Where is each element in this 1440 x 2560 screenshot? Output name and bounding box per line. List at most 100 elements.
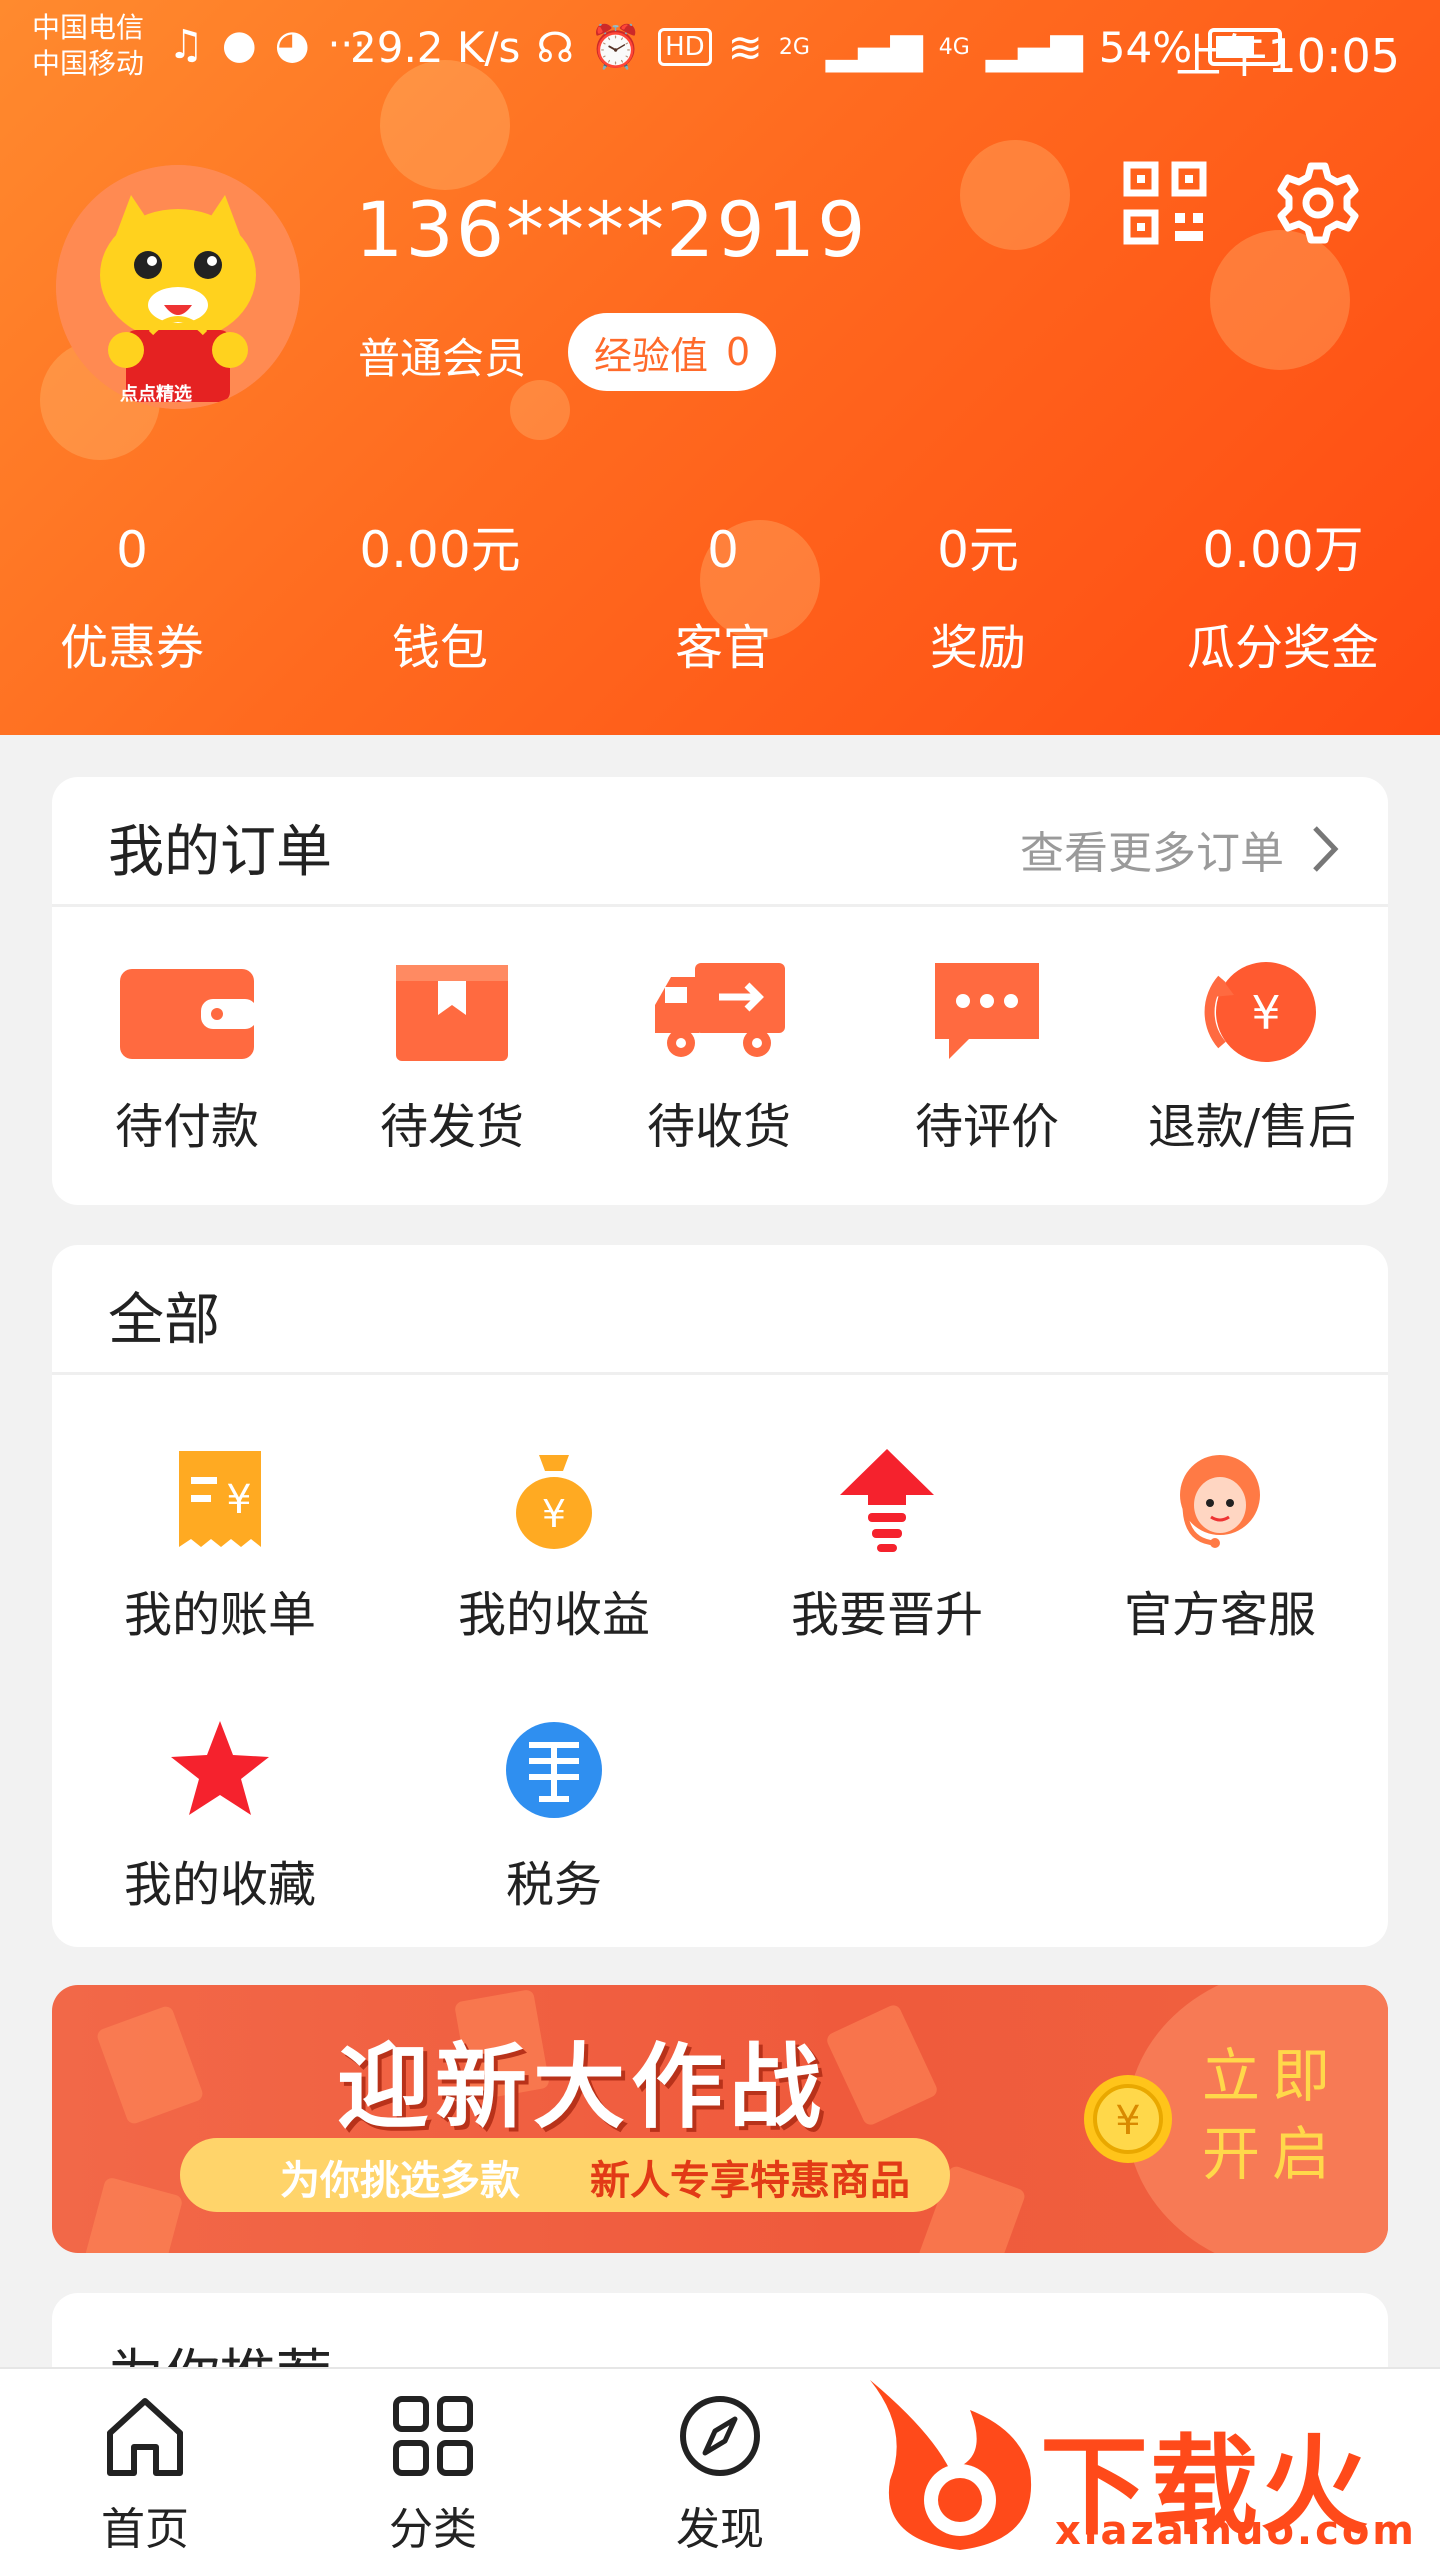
- stat-customers[interactable]: 0 客官: [675, 515, 771, 683]
- headphone-icon: ☊: [536, 22, 574, 72]
- stat-label: 钱包: [391, 620, 489, 676]
- carrier-2: 中国移动: [32, 47, 145, 80]
- start-now-button[interactable]: 立即 开启: [1202, 2037, 1362, 2193]
- tool-customer-service[interactable]: 官方客服: [1070, 1445, 1370, 1645]
- tool-my-earnings[interactable]: ¥ 我的收益: [404, 1445, 704, 1645]
- wifi-icon: ≋: [727, 22, 763, 72]
- tool-favorites[interactable]: 我的收藏: [70, 1715, 370, 1915]
- customer-service-icon: [1180, 1455, 1260, 1548]
- stat-rewards[interactable]: 0元 奖励: [930, 515, 1026, 683]
- bill-icon: ¥: [179, 1451, 261, 1547]
- stat-value: 0.00万: [1202, 521, 1364, 579]
- tool-label: 我的收益: [457, 1587, 650, 1643]
- stat-bonus-pool[interactable]: 0.00万 瓜分奖金: [1187, 515, 1379, 683]
- star-icon: [171, 1721, 269, 1815]
- exp-value: 0: [726, 330, 751, 374]
- cta-line-2: 开启: [1202, 2120, 1343, 2188]
- order-label: 退款/售后: [1147, 1099, 1357, 1155]
- avatar[interactable]: [56, 165, 300, 409]
- nav-discover[interactable]: 发现: [620, 2393, 820, 2557]
- stat-label: 瓜分奖金: [1186, 620, 1380, 676]
- chat-icon: ●: [221, 22, 257, 68]
- stat-value: 0元: [937, 521, 1019, 579]
- clock: 上午10:05: [1175, 29, 1400, 83]
- all-tools-card: 全部 ¥ 我的账单 ¥ 我的收益 我要晋升 官方客服 我的收藏 税务: [52, 1245, 1388, 1947]
- orders-card: 我的订单 查看更多订单 待付款 待发货 待收货 待评价 ¥ 退款/售后: [52, 777, 1388, 1205]
- red-envelope-deco: [80, 2176, 184, 2253]
- stat-label: 客官: [674, 620, 772, 676]
- watermark-url: xiazaihuo.com: [1055, 2508, 1417, 2554]
- order-to-receive[interactable]: 待收货: [589, 957, 849, 1157]
- avatar-caption: 点点精选: [120, 384, 192, 405]
- stat-value: 0: [707, 521, 739, 579]
- stat-wallet[interactable]: 0.00元 钱包: [359, 515, 520, 683]
- promo-subtitle-a: 为你挑选多款: [280, 2158, 520, 2204]
- chevron-right-icon: [1313, 826, 1339, 872]
- cow-mascot-icon: [56, 165, 300, 409]
- svg-text:¥: ¥: [1251, 986, 1280, 1040]
- tool-label: 官方客服: [1123, 1587, 1316, 1643]
- nav-label: 发现: [676, 2504, 764, 2555]
- tools-title: 全部: [108, 1288, 220, 1353]
- order-label: 待付款: [114, 1099, 259, 1155]
- order-to-review[interactable]: 待评价: [857, 957, 1117, 1157]
- status-indicators: 29.2 K/s ☊ ⏰ HD ≋ 2G ▂▄▆ 4G ▂▄▆ 54%: [350, 22, 1283, 72]
- settings-gear-icon[interactable]: [1275, 160, 1361, 246]
- carrier-1: 中国电信: [32, 11, 145, 44]
- money-bag-icon: ¥: [516, 1455, 592, 1549]
- hd-badge: HD: [658, 28, 712, 66]
- cta-line-1: 立即: [1202, 2042, 1343, 2110]
- alarm-icon: ⏰: [589, 22, 643, 71]
- tools-header: 全部: [52, 1245, 1388, 1375]
- tool-label: 我的收藏: [123, 1857, 316, 1913]
- promo-subtitle-pill: 为你挑选多款 新人专享特惠商品: [180, 2138, 950, 2212]
- truck-icon: [655, 963, 785, 1057]
- status-bar: 中国电信 中国移动 ♫ ● ◕ ··· 29.2 K/s ☊ ⏰ HD ≋ 2G…: [0, 0, 1440, 100]
- orders-title: 我的订单: [108, 820, 332, 885]
- order-to-ship[interactable]: 待发货: [322, 957, 582, 1157]
- member-level: 普通会员: [358, 334, 527, 383]
- qr-code-icon[interactable]: [1122, 160, 1208, 246]
- red-envelope-deco: [824, 2002, 940, 2128]
- nav-label: 分类: [389, 2504, 477, 2555]
- new-user-promo-banner[interactable]: 迎新大作战 为你挑选多款 新人专享特惠商品 ¥ 立即 开启: [52, 1985, 1388, 2253]
- tool-label: 我的账单: [123, 1587, 316, 1643]
- package-icon: [396, 965, 508, 1061]
- stat-label: 优惠券: [59, 620, 205, 676]
- orders-header: 我的订单 查看更多订单: [52, 777, 1388, 907]
- order-refund[interactable]: ¥ 退款/售后: [1122, 957, 1382, 1157]
- tool-my-bill[interactable]: ¥ 我的账单: [70, 1445, 370, 1645]
- home-icon: [107, 2398, 183, 2476]
- nav-category[interactable]: 分类: [333, 2393, 533, 2557]
- more-orders-label: 查看更多订单: [1020, 828, 1284, 879]
- wallet-icon: [120, 969, 257, 1059]
- order-label: 待发货: [379, 1099, 524, 1155]
- stat-label: 奖励: [929, 620, 1027, 676]
- red-envelope-deco: [95, 2004, 205, 2126]
- tool-label: 税务: [505, 1857, 602, 1913]
- profile-header: 中国电信 中国移动 ♫ ● ◕ ··· 29.2 K/s ☊ ⏰ HD ≋ 2G…: [0, 0, 1440, 735]
- promo-subtitle-b: 新人专享特惠商品: [590, 2158, 910, 2204]
- view-more-orders-link[interactable]: 查看更多订单: [1020, 817, 1340, 881]
- stat-value: 0: [116, 521, 148, 579]
- exp-label: 经验值: [594, 333, 709, 378]
- stat-coupons[interactable]: 0 优惠券: [60, 515, 204, 683]
- svg-text:¥: ¥: [226, 1477, 251, 1523]
- experience-badge[interactable]: 经验值 0: [568, 313, 777, 391]
- signal-2g-label: 2G: [778, 34, 810, 60]
- upgrade-arrow-icon: [840, 1449, 934, 1552]
- signal-4g-label: 4G: [938, 34, 970, 60]
- order-pending-payment[interactable]: 待付款: [57, 957, 317, 1157]
- stat-value: 0.00元: [359, 521, 521, 579]
- tool-promotion[interactable]: 我要晋升: [737, 1445, 1037, 1645]
- tool-tax[interactable]: 税务: [404, 1715, 704, 1915]
- nav-home[interactable]: 首页: [45, 2393, 245, 2557]
- order-label: 待评价: [914, 1099, 1059, 1155]
- account-stats: 0 优惠券 0.00元 钱包 0 客官 0元 奖励 0.00万 瓜分奖金: [0, 515, 1440, 695]
- order-label: 待收货: [646, 1099, 791, 1155]
- refund-icon: ¥: [1204, 962, 1316, 1062]
- svg-text:¥: ¥: [542, 1492, 566, 1536]
- browser-icon: ◕: [274, 22, 310, 68]
- tax-icon: [506, 1722, 602, 1818]
- compass-icon: [680, 2396, 760, 2476]
